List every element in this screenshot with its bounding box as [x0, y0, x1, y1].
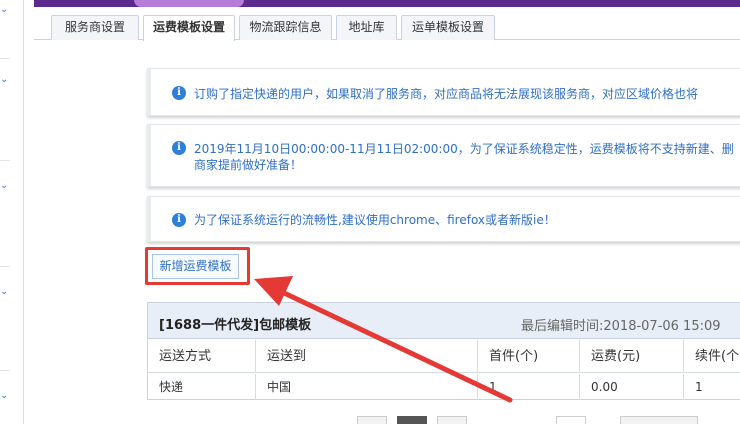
pagination — [0, 416, 740, 424]
shipping-template-card: [1688一件代发]包邮模板 最后编辑时间:2018-07-06 15:09 运… — [147, 302, 740, 400]
column-header: 首件(个) — [478, 340, 580, 372]
pagination-current-page[interactable] — [397, 416, 427, 424]
template-header: [1688一件代发]包邮模板 最后编辑时间:2018-07-06 15:09 — [148, 303, 740, 339]
tab-address-book[interactable]: 地址库 — [336, 15, 397, 40]
tab-service-provider[interactable]: 服务商设置 — [51, 15, 139, 40]
notice-text: 为了保证系统运行的流畅性,建议使用chrome、firefox或者新版ie！ — [194, 213, 556, 227]
pagination-next-button[interactable] — [437, 416, 467, 424]
info-icon: i — [172, 213, 186, 227]
sidebar-divider — [0, 266, 10, 267]
notice-text: 订购了指定快递的用户，如果取消了服务商，对应商品将无法展现该服务商，对应区域价格… — [194, 87, 699, 101]
notice-text: 2019年11月10日00:00:00-11月11日02:00:00，为了保证系… — [194, 142, 734, 156]
sidebar-divider — [0, 58, 10, 59]
table-row: 快递 中国 1 0.00 1 — [148, 374, 740, 400]
chevron-down-icon[interactable]: ⌄ — [0, 287, 10, 297]
table-cell: 1 — [695, 380, 703, 394]
tab-bar: 服务商设置 运费模板设置 物流跟踪信息 地址库 运单模板设置 — [34, 15, 740, 41]
go-to-page-button[interactable] — [620, 416, 698, 424]
column-header: 续件(个 — [695, 349, 740, 364]
notice-text-continued: 商家提前做好准备！ — [194, 158, 303, 172]
top-banner — [34, 0, 740, 7]
tab-shipping-template[interactable]: 运费模板设置 — [143, 15, 235, 41]
notice-provider-cancel: i 订购了指定快递的用户，如果取消了服务商，对应商品将无法展现该服务商，对应区域… — [147, 68, 740, 116]
notice-browser: i 为了保证系统运行的流畅性,建议使用chrome、firefox或者新版ie！ — [147, 196, 740, 242]
template-name: [1688一件代发]包邮模板 — [159, 318, 312, 333]
chevron-down-icon[interactable]: ⌄ — [0, 181, 10, 191]
sidebar: ⌄ ⌄ ⌄ ⌄ ⌄ — [0, 0, 24, 424]
info-icon: i — [172, 141, 186, 155]
column-header: 运送方式 — [148, 340, 256, 372]
last-edit-time: 最后编辑时间:2018-07-06 15:09 — [521, 319, 721, 334]
notice-double-eleven: i 2019年11月10日00:00:00-11月11日02:00:00，为了保… — [147, 124, 740, 187]
sidebar-divider — [0, 160, 10, 161]
chevron-down-icon[interactable]: ⌄ — [0, 75, 10, 85]
table-cell: 1 — [478, 374, 580, 400]
highlight-box — [145, 247, 250, 285]
tab-logistics-tracking[interactable]: 物流跟踪信息 — [239, 15, 332, 40]
table-header-row: 运送方式 运送到 首件(个) 运费(元) 续件(个 — [148, 340, 740, 373]
column-header: 运费(元) — [580, 340, 684, 372]
tab-waybill-template[interactable]: 运单模板设置 — [401, 15, 495, 40]
banner-decoration — [134, 0, 244, 7]
table-cell: 0.00 — [580, 374, 684, 400]
chevron-down-icon[interactable]: ⌄ — [0, 391, 10, 401]
info-icon: i — [172, 86, 186, 100]
pagination-prev-button[interactable] — [357, 416, 387, 424]
table-cell: 中国 — [256, 374, 478, 400]
chevron-down-icon[interactable]: ⌄ — [0, 5, 10, 15]
column-header: 运送到 — [256, 340, 478, 372]
sidebar-divider — [0, 370, 10, 371]
table-cell: 快递 — [148, 374, 256, 400]
page-number-input[interactable] — [556, 416, 586, 424]
